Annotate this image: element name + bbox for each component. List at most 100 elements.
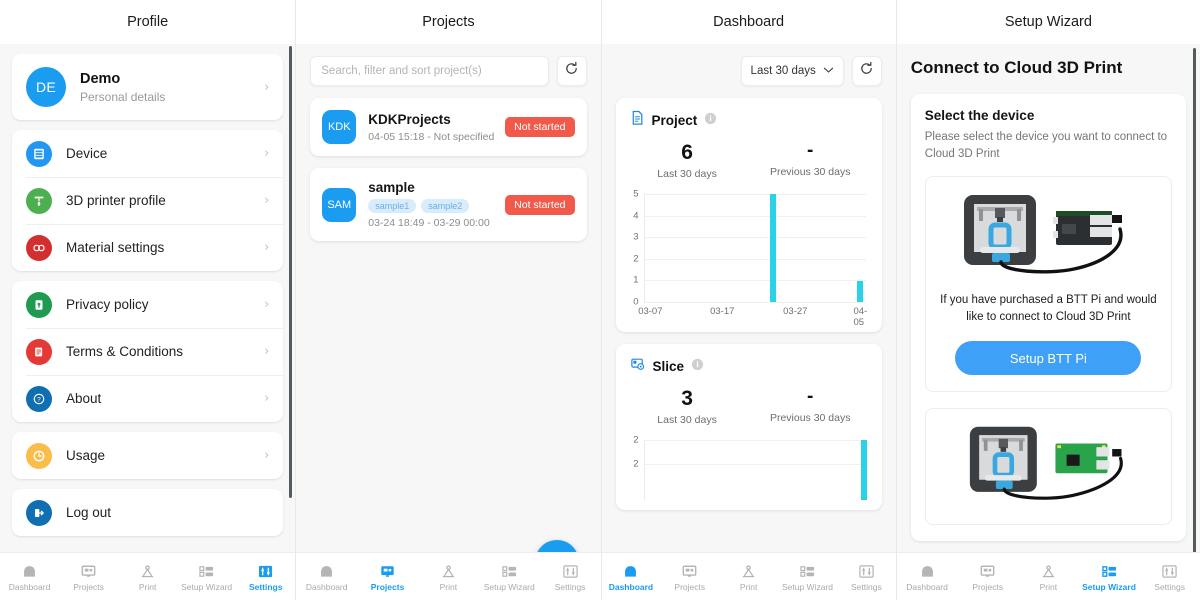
nav-item-dashboard[interactable]: Dashboard	[897, 562, 958, 592]
x-tick: 03-07	[638, 306, 663, 318]
multi-panel-screenshot: Profile DE Demo Personal details › Devic…	[0, 0, 1200, 600]
nav-label: Settings	[851, 581, 882, 592]
nav-label: Setup Wizard	[781, 581, 834, 592]
projects-search-row	[310, 56, 587, 86]
wizard-section-title: Select the device	[924, 108, 1035, 123]
nav-item-settings[interactable]: Settings	[540, 562, 601, 592]
about-icon: ?	[26, 385, 52, 412]
panel-title-dashboard: Dashboard	[601, 0, 896, 44]
nav-item-dashboard[interactable]: Dashboard	[602, 562, 661, 592]
nav-item-print[interactable]: Print	[418, 562, 479, 592]
profile-user-row[interactable]: DE Demo Personal details ›	[12, 54, 283, 120]
projects-body: KDK KDKProjects 04-05 15:18 - Not specif…	[296, 44, 601, 600]
sidebar-item-usage[interactable]: Usage ›	[12, 432, 283, 479]
nav-item-print[interactable]: Print	[1018, 562, 1079, 592]
refresh-button[interactable]	[851, 56, 882, 86]
sidebar-item-about[interactable]: ? About ›	[12, 375, 284, 422]
card-header: Project	[626, 110, 872, 131]
info-icon[interactable]	[704, 112, 717, 130]
profile-group-logout: Log out	[12, 489, 284, 536]
sidebar-item-privacy-policy[interactable]: Privacy policy ›	[12, 281, 283, 328]
stat-value: -	[807, 386, 814, 408]
terms-icon	[26, 338, 52, 365]
y-axis	[643, 440, 645, 501]
panel-title-setup-wizard: Setup Wizard	[896, 0, 1200, 44]
project-tags: sample1 sample2	[368, 199, 497, 213]
list-item[interactable]: KDK KDKProjects 04-05 15:18 - Not specif…	[310, 98, 587, 156]
nav-item-setup-wizard[interactable]: Setup Wizard	[479, 562, 540, 592]
nav-item-setup-wizard[interactable]: Setup Wizard	[778, 562, 837, 592]
sidebar-item-label: About	[66, 391, 102, 406]
nav-item-dashboard[interactable]: Dashboard	[0, 562, 59, 592]
sidebar-item-terms-conditions[interactable]: Terms & Conditions ›	[12, 328, 284, 375]
scrollbar-vertical[interactable]	[289, 46, 293, 498]
nav-label: Setup Wizard	[181, 581, 233, 592]
monitor-icon	[681, 562, 698, 579]
checklist-icon	[1101, 562, 1118, 579]
scrollbar-vertical[interactable]	[1193, 48, 1196, 568]
card-title: Project	[651, 113, 698, 128]
chevron-down-icon	[823, 65, 834, 77]
home-icon	[919, 562, 936, 579]
setup-btt-pi-button[interactable]: Setup BTT Pi	[955, 341, 1142, 376]
device-option-btt-pi[interactable]: If you have purchased a BTT Pi and would…	[924, 175, 1172, 393]
nav-label: Projects	[73, 581, 104, 592]
project-name: KDKProjects	[368, 111, 451, 127]
bottom-nav-projects: Dashboard Projects Print Setup Wizard Se…	[296, 552, 601, 600]
panel-title-projects: Projects	[296, 0, 601, 44]
checklist-icon	[501, 562, 518, 579]
nav-label: Setup Wizard	[1082, 581, 1136, 592]
sidebar-item-log-out[interactable]: Log out	[12, 489, 283, 536]
wizard-card: Select the device Please select the devi…	[910, 94, 1186, 542]
sidebar-item-3d-printer-profile[interactable]: 3D printer profile ›	[12, 177, 284, 224]
refresh-button[interactable]	[556, 56, 587, 86]
device-caption: If you have purchased a BTT Pi and would…	[940, 293, 1157, 324]
stat-previous-30-days: - Previous 30 days	[749, 140, 872, 180]
y-axis	[643, 194, 645, 303]
sidebar-item-label: Device	[66, 146, 108, 161]
bottom-nav-profile: Dashboard Projects Print Setup Wizard Se…	[0, 552, 296, 600]
info-icon[interactable]	[691, 358, 704, 376]
sliders-icon	[257, 562, 274, 579]
sidebar-item-label: 3D printer profile	[66, 193, 166, 208]
card-header: Slice	[626, 356, 872, 377]
sidebar-item-material-settings[interactable]: Material settings ›	[12, 224, 284, 271]
device-option-raspberry-pi[interactable]	[924, 408, 1172, 526]
nav-item-settings[interactable]: Settings	[236, 562, 295, 592]
home-icon	[21, 562, 38, 579]
sidebar-item-device[interactable]: Device ›	[12, 130, 283, 177]
nav-item-setup-wizard[interactable]: Setup Wizard	[1079, 562, 1140, 592]
nav-label: Projects	[370, 581, 405, 592]
nav-item-settings[interactable]: Settings	[1139, 562, 1200, 592]
nav-item-projects[interactable]: Projects	[660, 562, 719, 592]
nav-item-dashboard[interactable]: Dashboard	[296, 562, 357, 592]
list-item[interactable]: SAM sample sample1 sample2 03-24 18:49 -…	[310, 168, 587, 241]
nav-item-settings[interactable]: Settings	[837, 562, 896, 592]
nav-item-projects[interactable]: Projects	[357, 562, 418, 592]
nav-label: Projects	[674, 581, 706, 592]
nav-label: Dashboard	[608, 581, 654, 592]
nav-label: Print	[138, 581, 157, 592]
nav-item-print[interactable]: Print	[719, 562, 778, 592]
stat-value: -	[807, 140, 814, 161]
panel-title-profile: Profile	[0, 0, 296, 44]
monitor-icon	[379, 562, 396, 579]
chevron-right-icon: ›	[264, 146, 270, 161]
chevron-right-icon: ›	[264, 240, 270, 255]
date-range-select[interactable]: Last 30 days	[740, 56, 844, 86]
stat-label: Last 30 days	[657, 168, 717, 181]
nav-label: Dashboard	[8, 581, 51, 592]
x-tick: 04-05	[853, 306, 868, 329]
nav-label: Settings	[248, 581, 283, 592]
nav-item-projects[interactable]: Projects	[59, 562, 118, 592]
search-input[interactable]	[310, 56, 549, 86]
nav-item-print[interactable]: Print	[118, 562, 177, 592]
card-title: Slice	[652, 359, 685, 375]
project-badge: KDK	[322, 110, 357, 144]
nav-item-projects[interactable]: Projects	[957, 562, 1018, 592]
project-tag: sample2	[421, 199, 470, 213]
nav-item-setup-wizard[interactable]: Setup Wizard	[177, 562, 236, 592]
sliders-icon	[1161, 562, 1178, 579]
chevron-right-icon: ›	[264, 193, 270, 208]
print-nozzle-icon	[740, 562, 757, 579]
